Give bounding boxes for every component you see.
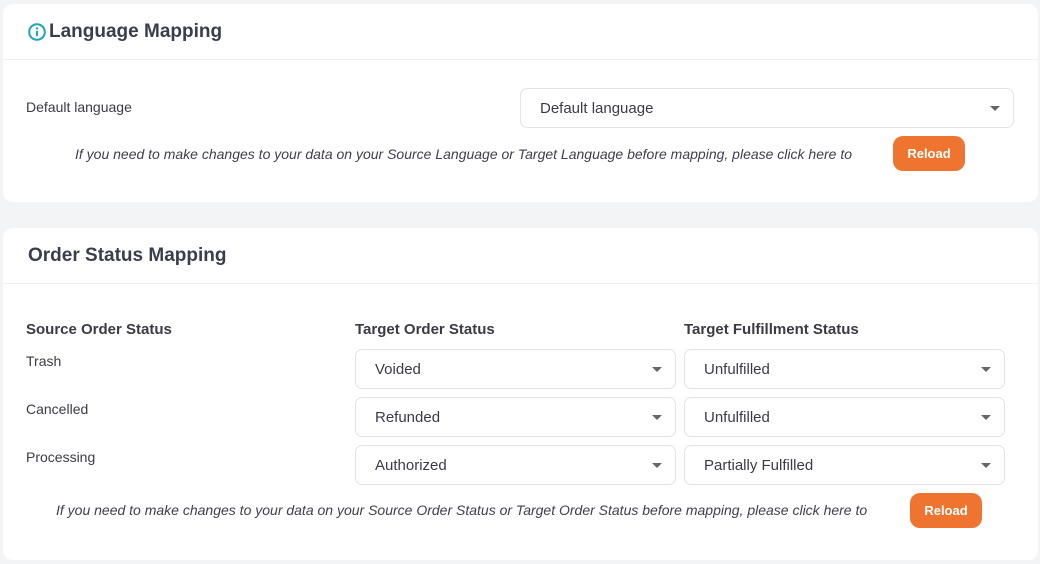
language-reload-note: If you need to make changes to your data… (75, 146, 853, 162)
target-fulfillment-select-trash[interactable]: Unfulfilled (684, 349, 1005, 389)
default-language-select-value: Default language (540, 99, 654, 117)
column-header-source: Source Order Status (26, 321, 172, 338)
order-status-reload-button[interactable]: Reload (910, 493, 982, 528)
order-status-reload-note: If you need to make changes to your data… (56, 502, 868, 518)
source-status-cancelled: Cancelled (26, 401, 89, 417)
target-order-value: Refunded (375, 408, 441, 426)
target-fulfillment-select-processing[interactable]: Partially Fulfilled (684, 445, 1005, 485)
chevron-down-icon (981, 415, 991, 420)
language-mapping-title: Language Mapping (28, 21, 222, 43)
target-order-select-cancelled[interactable]: Refunded (355, 397, 676, 437)
target-order-value: Authorized (375, 456, 447, 474)
column-header-target-fulfillment: Target Fulfillment Status (684, 321, 859, 338)
language-reload-button[interactable]: Reload (893, 136, 965, 171)
chevron-down-icon (981, 463, 991, 468)
target-order-value: Voided (375, 360, 421, 378)
order-status-mapping-title: Order Status Mapping (28, 244, 227, 266)
target-fulfillment-value: Partially Fulfilled (704, 456, 814, 474)
target-order-select-processing[interactable]: Authorized (355, 445, 676, 485)
column-header-target-order: Target Order Status (355, 321, 495, 338)
language-mapping-header: Language Mapping (3, 4, 1038, 60)
chevron-down-icon (652, 367, 662, 372)
target-fulfillment-select-cancelled[interactable]: Unfulfilled (684, 397, 1005, 437)
default-language-select[interactable]: Default language (520, 88, 1014, 128)
target-fulfillment-value: Unfulfilled (704, 360, 770, 378)
source-status-trash: Trash (26, 353, 62, 369)
order-status-mapping-card: Order Status Mapping Source Order Status… (3, 228, 1038, 560)
language-mapping-card: Language Mapping Default language Defaul… (3, 4, 1038, 202)
chevron-down-icon (981, 367, 991, 372)
target-fulfillment-value: Unfulfilled (704, 408, 770, 426)
chevron-down-icon (990, 106, 1000, 111)
target-order-select-trash[interactable]: Voided (355, 349, 676, 389)
chevron-down-icon (652, 415, 662, 420)
info-icon[interactable] (28, 22, 46, 41)
default-language-label: Default language (26, 99, 132, 115)
chevron-down-icon (652, 463, 662, 468)
language-mapping-title-text: Language Mapping (49, 20, 223, 42)
source-status-processing: Processing (26, 449, 96, 465)
order-status-mapping-header: Order Status Mapping (3, 228, 1038, 284)
